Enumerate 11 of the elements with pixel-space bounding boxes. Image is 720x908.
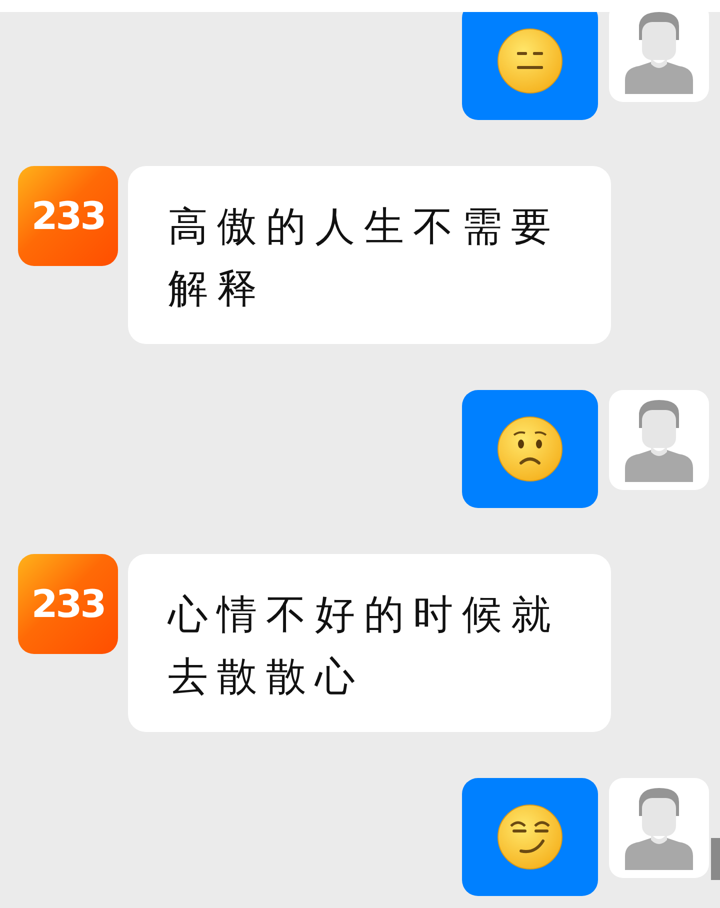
- message-bubble: 心情不好的时候就去散散心: [128, 554, 611, 732]
- user-avatar[interactable]: [609, 12, 709, 102]
- smirking-face-icon: [497, 804, 563, 870]
- scrollbar[interactable]: [711, 838, 720, 880]
- expressionless-face-icon: [497, 28, 563, 94]
- app-logo[interactable]: 233: [18, 166, 118, 266]
- worried-face-icon: [497, 416, 563, 482]
- app-logo[interactable]: 233: [18, 554, 118, 654]
- user-avatar[interactable]: [609, 778, 709, 878]
- user-avatar[interactable]: [609, 390, 709, 490]
- message-bubble: 高傲的人生不需要解释: [128, 166, 611, 344]
